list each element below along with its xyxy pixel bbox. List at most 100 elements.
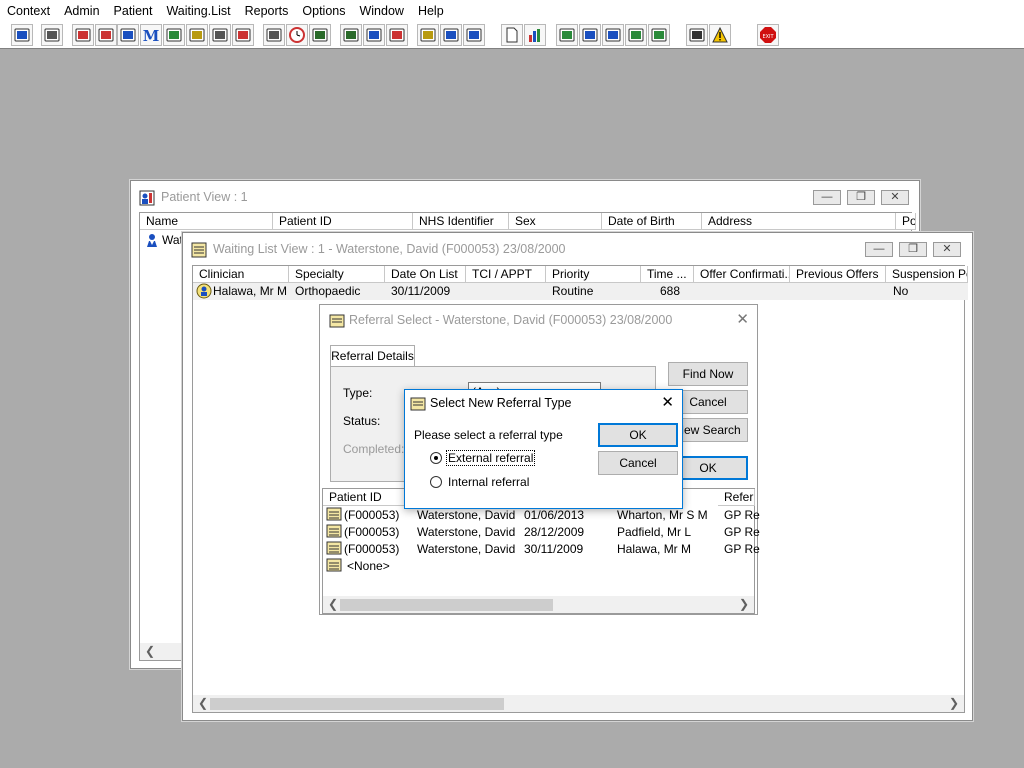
cancel-button[interactable]: Cancel (598, 451, 678, 475)
column-header[interactable]: Offer Confirmati... (694, 266, 790, 283)
column-header[interactable]: Po (896, 213, 916, 230)
table-row[interactable]: (F000053) Waterstone, David 30/11/2009 Hala… (323, 541, 760, 558)
column-header[interactable]: Previous Offers (790, 266, 886, 283)
menu-options[interactable]: Options (295, 0, 352, 22)
close-icon[interactable]: ✕ (736, 310, 749, 328)
new-referral-type-dialog: Select New Referral Type ✕ Please select… (404, 389, 683, 509)
column-header[interactable]: Name (140, 213, 273, 230)
scroll-left-icon[interactable]: ❮ (328, 597, 338, 611)
minimize-button[interactable]: — (865, 242, 893, 257)
internal-referral-radio[interactable] (430, 476, 442, 488)
printer-button[interactable] (41, 24, 63, 46)
date-cell: 28/12/2009 (524, 525, 585, 539)
horizontal-scrollbar[interactable]: ❮ (140, 643, 186, 660)
check-doc2-button[interactable] (602, 24, 624, 46)
close-button[interactable]: ✕ (881, 190, 909, 205)
note-button[interactable] (186, 24, 208, 46)
restore-button[interactable]: ❐ (899, 242, 927, 257)
menu-admin[interactable]: Admin (57, 0, 106, 22)
green-check2-button[interactable] (648, 24, 670, 46)
warning-button[interactable] (709, 24, 731, 46)
column-header[interactable]: Address (702, 213, 896, 230)
scroll-right-icon[interactable]: ❯ (949, 696, 959, 710)
patient-view-titlebar[interactable]: Patient View : 1 — ❐ ✕ (131, 181, 919, 212)
table-row[interactable]: <None> (323, 558, 754, 575)
column-header[interactable]: Date On List (385, 266, 466, 283)
scroll-left-icon[interactable]: ❮ (198, 696, 208, 710)
minimize-button[interactable]: — (813, 190, 841, 205)
search-doc-button[interactable] (263, 24, 285, 46)
column-header[interactable]: Referra (718, 489, 755, 506)
column-header[interactable]: Patient ID (273, 213, 413, 230)
doctor-button[interactable] (163, 24, 185, 46)
ok-button[interactable]: OK (598, 423, 678, 447)
green-check-button[interactable] (625, 24, 647, 46)
exit-button[interactable]: EXIT (757, 24, 779, 46)
waiting-list-titlebar[interactable]: Waiting List View : 1 - Waterstone, Davi… (183, 233, 972, 264)
ambulance-button[interactable] (232, 24, 254, 46)
column-header[interactable]: Priority (546, 266, 641, 283)
menu-reports[interactable]: Reports (238, 0, 296, 22)
internal-referral-label[interactable]: Internal referral (448, 475, 529, 489)
bed-button[interactable] (209, 24, 231, 46)
horizontal-scrollbar[interactable]: ❮ ❯ (193, 695, 964, 712)
waiting-list-title: Waiting List View : 1 - Waterstone, Davi… (213, 242, 566, 256)
find-now-button[interactable]: Find Now (668, 362, 748, 386)
patient-name-cell: Waterstone, David (417, 508, 516, 522)
close-icon[interactable]: ✕ (661, 393, 674, 411)
scroll-left-icon[interactable]: ❮ (145, 644, 155, 658)
column-header[interactable]: Date of Birth (602, 213, 702, 230)
check-doc-button[interactable] (579, 24, 601, 46)
user-edit-button[interactable] (463, 24, 485, 46)
screen-button[interactable] (363, 24, 385, 46)
status-label: Status: (343, 414, 381, 428)
table-row[interactable]: (F000053) Waterstone, David 28/12/2009 Padf… (323, 524, 760, 541)
monitor-button[interactable] (309, 24, 331, 46)
dial-button[interactable] (386, 24, 408, 46)
book-button[interactable] (72, 24, 94, 46)
m-button[interactable]: M (140, 24, 162, 46)
date-cell: 30/11/2009 (524, 542, 584, 556)
referral-select-icon (329, 313, 345, 332)
person-button[interactable] (11, 24, 33, 46)
column-header[interactable]: NHS Identifier (413, 213, 509, 230)
calendar-button[interactable] (340, 24, 362, 46)
tab-referral-details[interactable]: Referral Details (330, 345, 415, 367)
page-button[interactable] (501, 24, 523, 46)
list-button[interactable] (117, 24, 139, 46)
row-icon (326, 558, 342, 576)
external-referral-radio[interactable] (430, 452, 442, 464)
menu-patient[interactable]: Patient (107, 0, 160, 22)
horizontal-scrollbar[interactable]: ❮ ❯ (323, 596, 754, 613)
menu-help[interactable]: Help (411, 0, 451, 22)
column-header[interactable]: Patient ID (323, 489, 413, 506)
clinician-cell: Wharton, Mr S M (617, 508, 708, 522)
external-referral-label[interactable]: External referral (445, 450, 536, 466)
clock-button[interactable] (286, 24, 308, 46)
column-header[interactable]: Clinician (193, 266, 289, 283)
globe-button[interactable] (556, 24, 578, 46)
bed2-button[interactable] (440, 24, 462, 46)
column-header[interactable]: Suspension Pe (886, 266, 968, 283)
table-row[interactable]: Halawa, Mr M Orthopaedic 30/11/2009 Rout… (193, 283, 968, 300)
patient-name-cell: Waterstone, David (417, 525, 516, 539)
table-row[interactable]: (F000053) Waterstone, David 01/06/2013 Whar… (323, 507, 760, 524)
chart-button[interactable] (524, 24, 546, 46)
menu-waiting-list[interactable]: Waiting.List (159, 0, 237, 22)
patient-id-cell: (F000053) (344, 542, 400, 556)
close-button[interactable]: ✕ (933, 242, 961, 257)
scroll-right-icon[interactable]: ❯ (739, 597, 749, 611)
transfer-button[interactable] (686, 24, 708, 46)
column-header[interactable]: Time ... (641, 266, 694, 283)
column-header[interactable]: Sex (509, 213, 602, 230)
column-header[interactable]: Specialty (289, 266, 385, 283)
menu-context[interactable]: Context (0, 0, 57, 22)
edit-button[interactable] (95, 24, 117, 46)
menu-window[interactable]: Window (352, 0, 410, 22)
restore-button[interactable]: ❐ (847, 190, 875, 205)
notepad-button[interactable] (417, 24, 439, 46)
column-header[interactable]: TCI / APPT (466, 266, 546, 283)
minimize-icon: — (873, 243, 885, 255)
scroll-thumb[interactable] (210, 698, 504, 710)
scroll-thumb[interactable] (340, 599, 553, 611)
